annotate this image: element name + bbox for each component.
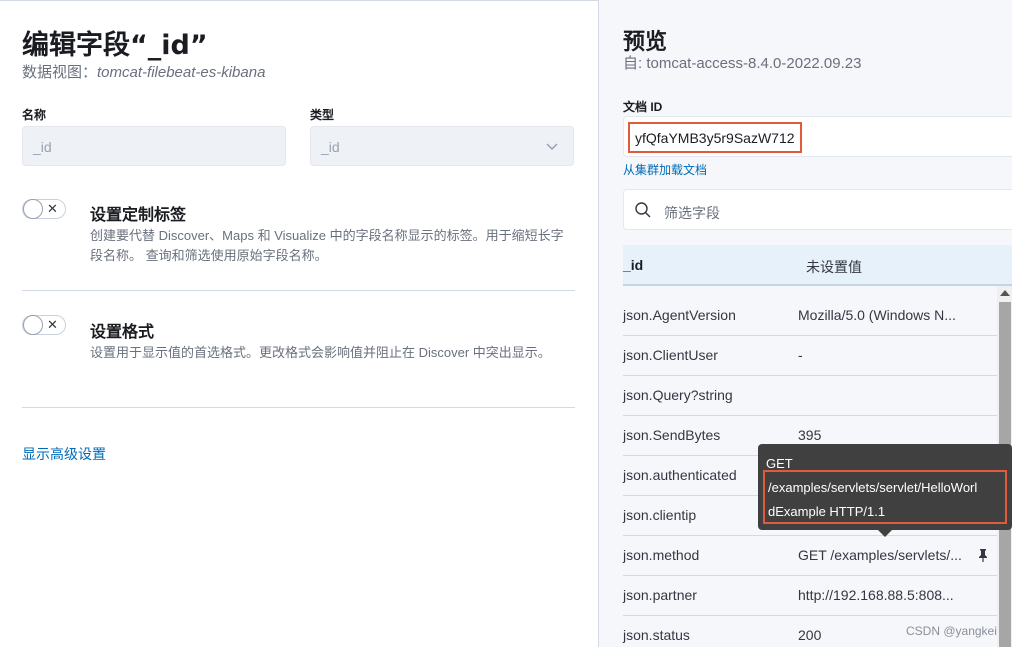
custom-label-toggle[interactable]: ✕ (22, 199, 66, 219)
subtitle-prefix: 数据视图： (22, 64, 98, 81)
filter-fields-input[interactable]: 筛选字段 (623, 189, 1012, 230)
edit-field-panel: 编辑字段“_id” 数据视图：tomcat-filebeat-es-kibana… (0, 0, 598, 647)
toggle-knob (23, 199, 43, 219)
custom-label-title: 设置定制标签 (90, 207, 187, 224)
load-from-cluster-link[interactable]: 从集群加载文档 (623, 161, 707, 178)
preview-row-highlighted: _id 未设置值 (623, 245, 1012, 286)
close-icon: ✕ (47, 201, 58, 216)
tooltip-line: dExample HTTP/1.1 (768, 504, 886, 519)
data-view-subtitle: 数据视图：tomcat-filebeat-es-kibana (22, 61, 265, 82)
pin-icon[interactable] (977, 548, 989, 562)
tooltip-caret (878, 530, 892, 537)
type-select-value: _id (321, 139, 340, 155)
field-name: json.Query?string (623, 387, 733, 403)
field-value: http://192.168.88.5:808... (798, 587, 954, 603)
show-advanced-settings-link[interactable]: 显示高级设置 (22, 444, 106, 464)
field-value: 未设置值 (806, 259, 862, 275)
name-input[interactable]: _id (22, 126, 286, 166)
search-icon (635, 202, 651, 218)
field-name: json.SendBytes (623, 427, 721, 443)
type-select[interactable]: _id (310, 126, 574, 166)
field-name: json.partner (623, 587, 697, 603)
scroll-up-icon[interactable] (1000, 290, 1010, 296)
format-title: 设置格式 (90, 324, 155, 341)
name-label: 名称 (22, 108, 47, 122)
filter-placeholder: 筛选字段 (664, 205, 720, 221)
page-title: 编辑字段“_id” (22, 30, 208, 61)
tooltip-highlight-box: /examples/servlets/servlet/HelloWorl dEx… (763, 470, 1007, 524)
table-row: json.AgentVersion Mozilla/5.0 (Windows N.… (623, 296, 997, 336)
custom-label-description: 创建要代替 Discover、Maps 和 Visualize 中的字段名称显示… (90, 228, 564, 263)
toggle-knob (23, 315, 43, 335)
format-description: 设置用于显示值的首选格式。更改格式会影响值并阻止在 Discover 中突出显示… (90, 345, 551, 360)
preview-source: 自: tomcat-access-8.4.0-2022.09.23 (623, 55, 862, 72)
field-value: Mozilla/5.0 (Windows N... (798, 307, 956, 323)
data-view-name: tomcat-filebeat-es-kibana (97, 64, 266, 81)
field-name: json.AgentVersion (623, 307, 736, 323)
field-name: json.clientip (623, 507, 697, 523)
document-id-label: 文档 ID (623, 100, 663, 114)
type-label: 类型 (310, 108, 335, 122)
field-value: GET /examples/servlets/... (798, 547, 962, 563)
field-name: json.ClientUser (623, 347, 718, 363)
divider (22, 407, 575, 408)
watermark: CSDN @yangkei (906, 624, 997, 638)
format-toggle[interactable]: ✕ (22, 315, 66, 335)
close-icon: ✕ (47, 317, 58, 332)
document-id-input[interactable]: yfQfaYMB3y5r9SazW712 (623, 116, 1012, 157)
field-value: - (798, 347, 803, 363)
table-row: json.ClientUser - (623, 336, 997, 376)
name-input-placeholder: _id (33, 139, 52, 155)
field-value: 395 (798, 427, 822, 443)
field-name: json.method (623, 547, 700, 563)
divider (22, 290, 575, 291)
table-row: json.partner http://192.168.88.5:808... (623, 576, 997, 616)
document-id-value: yfQfaYMB3y5r9SazW712 (628, 122, 802, 153)
field-name: _id (623, 257, 644, 273)
table-row: json.Query?string (623, 376, 997, 416)
chevron-down-icon (546, 143, 558, 151)
table-row: json.method GET /examples/servlets/... (623, 536, 997, 576)
tooltip-line: /examples/servlets/servlet/HelloWorl (768, 480, 978, 495)
tooltip-line: GET (766, 456, 793, 471)
field-name: json.authenticated (623, 467, 737, 483)
value-tooltip: GET /examples/servlets/servlet/HelloWorl… (758, 444, 1012, 537)
preview-panel: 预览 自: tomcat-access-8.4.0-2022.09.23 文档 … (598, 0, 1012, 647)
field-name: json.status (623, 627, 690, 643)
